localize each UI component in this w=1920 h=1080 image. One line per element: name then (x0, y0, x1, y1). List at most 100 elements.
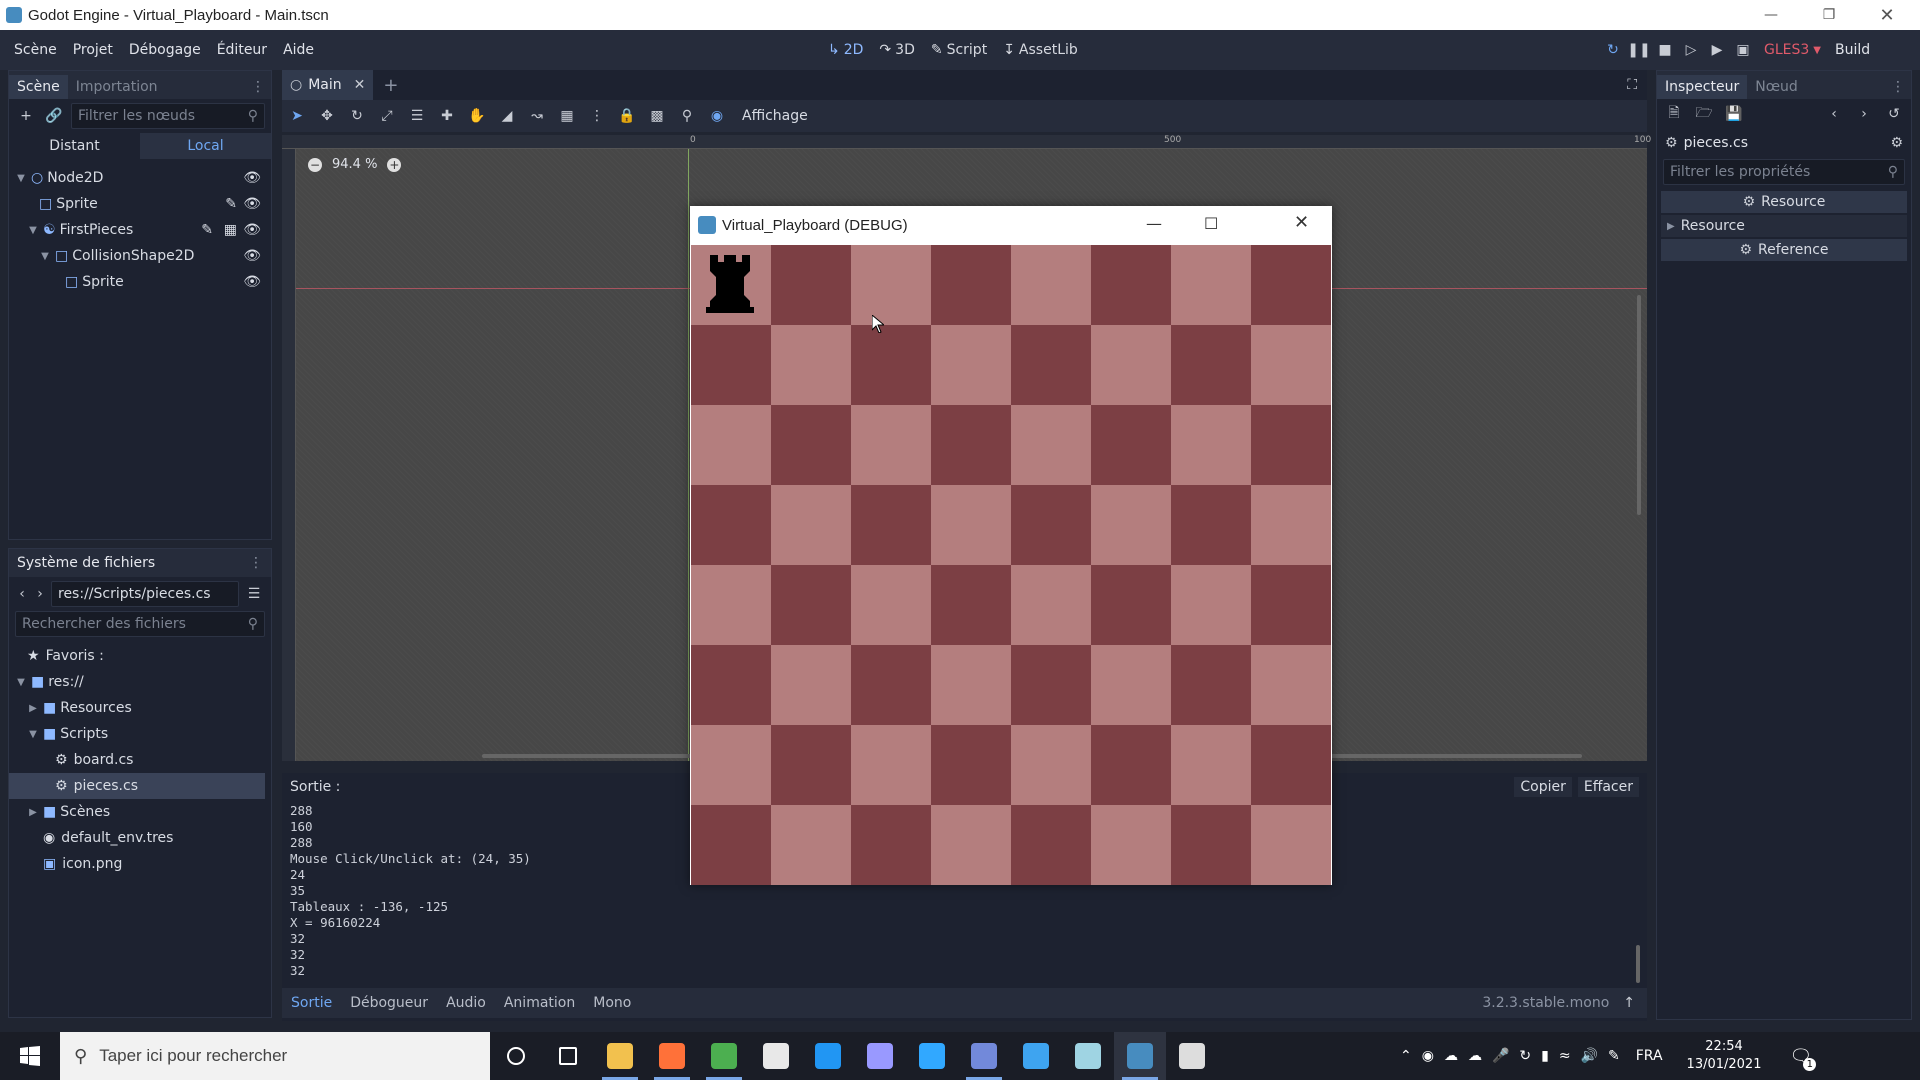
menu-editor[interactable]: Éditeur (209, 42, 275, 58)
black-rook-icon[interactable] (704, 253, 756, 315)
mode-assetlib-button[interactable]: ↧ AssetLib (995, 42, 1086, 58)
cloud-icon[interactable]: ☁ (1468, 1048, 1482, 1064)
pivot-tool-icon[interactable]: ✚ (436, 105, 458, 127)
collapse-arrow-icon[interactable]: ▶ (27, 703, 39, 714)
store-icon[interactable] (750, 1032, 802, 1080)
debug-close-button[interactable]: ✕ (1294, 212, 1309, 233)
board-square[interactable] (851, 645, 931, 725)
board-square[interactable] (1091, 245, 1171, 325)
board-square[interactable] (1171, 645, 1251, 725)
object-properties-icon[interactable]: ⚙ (1890, 135, 1903, 151)
file-explorer-icon[interactable] (594, 1032, 646, 1080)
file-row-scenes[interactable]: ▶ ■ Scènes (9, 799, 271, 825)
history-forward-icon[interactable]: › (1853, 103, 1875, 125)
visibility-eye-icon[interactable]: 👁 (243, 248, 261, 264)
distraction-free-icon[interactable]: ⛶ (1627, 77, 1637, 93)
board-square[interactable] (1091, 325, 1171, 405)
clear-button[interactable]: Effacer (1577, 777, 1639, 797)
board-square[interactable] (931, 805, 1011, 885)
scale-tool-icon[interactable]: ⤢ (376, 105, 398, 127)
output-scrollbar[interactable] (1636, 945, 1640, 983)
board-square[interactable] (1011, 325, 1091, 405)
board-square[interactable] (851, 565, 931, 645)
group-icon[interactable]: ▦ (224, 222, 237, 238)
board-square[interactable] (1251, 645, 1331, 725)
back-arrow-icon[interactable]: ‹ (15, 583, 29, 605)
tab-mono[interactable]: Mono (584, 995, 640, 1011)
reload-icon[interactable]: ↻ (1602, 39, 1624, 61)
scene-tab-main[interactable]: ○ Main ✕ (282, 70, 374, 100)
vertical-scrollbar[interactable] (1637, 295, 1641, 515)
close-tab-icon[interactable]: ✕ (354, 77, 366, 93)
tree-node-sprite-child[interactable]: □ Sprite 👁 (9, 269, 271, 295)
script-attached-icon[interactable]: ✎ (225, 196, 237, 212)
board-square[interactable] (931, 485, 1011, 565)
section-resource-collapsible[interactable]: ▶ Resource (1661, 215, 1907, 237)
save-icon[interactable]: 💾 (1723, 103, 1745, 125)
board-square[interactable] (1091, 645, 1171, 725)
file-search-field[interactable]: Rechercher des fichiers ⚲ (15, 611, 265, 637)
board-square[interactable] (1011, 405, 1091, 485)
board-square[interactable] (691, 405, 771, 485)
menu-project[interactable]: Projet (65, 42, 121, 58)
tree-node-collisionshape2d[interactable]: ▼ □ CollisionShape2D 👁 (9, 243, 271, 269)
security-icon[interactable]: ◉ (1422, 1048, 1434, 1064)
board-square[interactable] (1171, 245, 1251, 325)
board-square[interactable] (931, 405, 1011, 485)
board-square[interactable] (1251, 325, 1331, 405)
expand-arrow-icon[interactable]: ▼ (15, 173, 27, 184)
expand-arrow-icon[interactable]: ▼ (39, 251, 51, 262)
file-row-board-cs[interactable]: ⚙ board.cs (9, 747, 271, 773)
microphone-icon[interactable]: 🎤 (1492, 1048, 1509, 1064)
board-square[interactable] (1011, 485, 1091, 565)
godot-icon[interactable] (1114, 1032, 1166, 1080)
tab-debugger[interactable]: Débogueur (341, 995, 437, 1011)
board-square[interactable] (691, 725, 771, 805)
board-square[interactable] (851, 245, 931, 325)
menu-debug[interactable]: Débogage (121, 42, 209, 58)
visibility-eye-icon[interactable]: 👁 (243, 274, 261, 290)
board-square[interactable] (1171, 405, 1251, 485)
script-attached-icon[interactable]: ✎ (201, 222, 213, 238)
list-select-icon[interactable]: ☰ (406, 105, 428, 127)
board-square[interactable] (771, 325, 851, 405)
menu-scene[interactable]: Scène (6, 42, 65, 58)
mode-3d-button[interactable]: ↷ 3D (871, 42, 922, 58)
board-square[interactable] (771, 405, 851, 485)
tab-output[interactable]: Sortie (282, 995, 341, 1011)
pan-tool-icon[interactable]: ✋ (466, 105, 488, 127)
zoom-in-icon[interactable]: + (387, 157, 402, 172)
app-icon[interactable] (1062, 1032, 1114, 1080)
zoom-out-icon[interactable]: − (308, 157, 322, 172)
board-square[interactable] (691, 325, 771, 405)
filter-nodes-field[interactable]: Filtrer les nœuds ⚲ (71, 103, 265, 129)
tab-node[interactable]: Nœud (1747, 75, 1806, 99)
local-button[interactable]: Local (140, 133, 271, 159)
board-square[interactable] (931, 725, 1011, 805)
file-row-pieces-cs[interactable]: ⚙ pieces.cs (9, 773, 265, 799)
notepad-icon[interactable] (802, 1032, 854, 1080)
expand-arrow-icon[interactable]: ▼ (27, 729, 39, 740)
board-square[interactable] (771, 645, 851, 725)
add-tab-icon[interactable]: + (383, 75, 398, 96)
board-square[interactable] (771, 245, 851, 325)
board-square[interactable] (851, 485, 931, 565)
forward-arrow-icon[interactable]: › (33, 583, 47, 605)
taskbar-search-box[interactable]: ⚲ Taper ici pour rechercher (60, 1032, 490, 1080)
file-row-resources[interactable]: ▶ ■ Resources (9, 695, 271, 721)
ruler-tool-icon[interactable]: ◢ (496, 105, 518, 127)
battery-icon[interactable]: ▮ (1541, 1048, 1549, 1064)
lock-icon[interactable]: 🔒 (616, 105, 638, 127)
tab-audio[interactable]: Audio (437, 995, 495, 1011)
expand-arrow-icon[interactable]: ▼ (27, 225, 39, 236)
link-icon[interactable]: 🔗 (43, 105, 65, 127)
minimize-button[interactable]: — (1742, 0, 1800, 30)
close-button[interactable]: ✕ (1858, 0, 1916, 30)
board-square[interactable] (851, 805, 931, 885)
property-filter-field[interactable]: Filtrer les propriétés ⚲ (1663, 159, 1905, 185)
tab-import[interactable]: Importation (68, 75, 166, 99)
board-square[interactable] (1091, 405, 1171, 485)
visibility-eye-icon[interactable]: 👁 (243, 222, 261, 238)
menu-help[interactable]: Aide (275, 42, 322, 58)
history-back-icon[interactable]: ‹ (1823, 103, 1845, 125)
